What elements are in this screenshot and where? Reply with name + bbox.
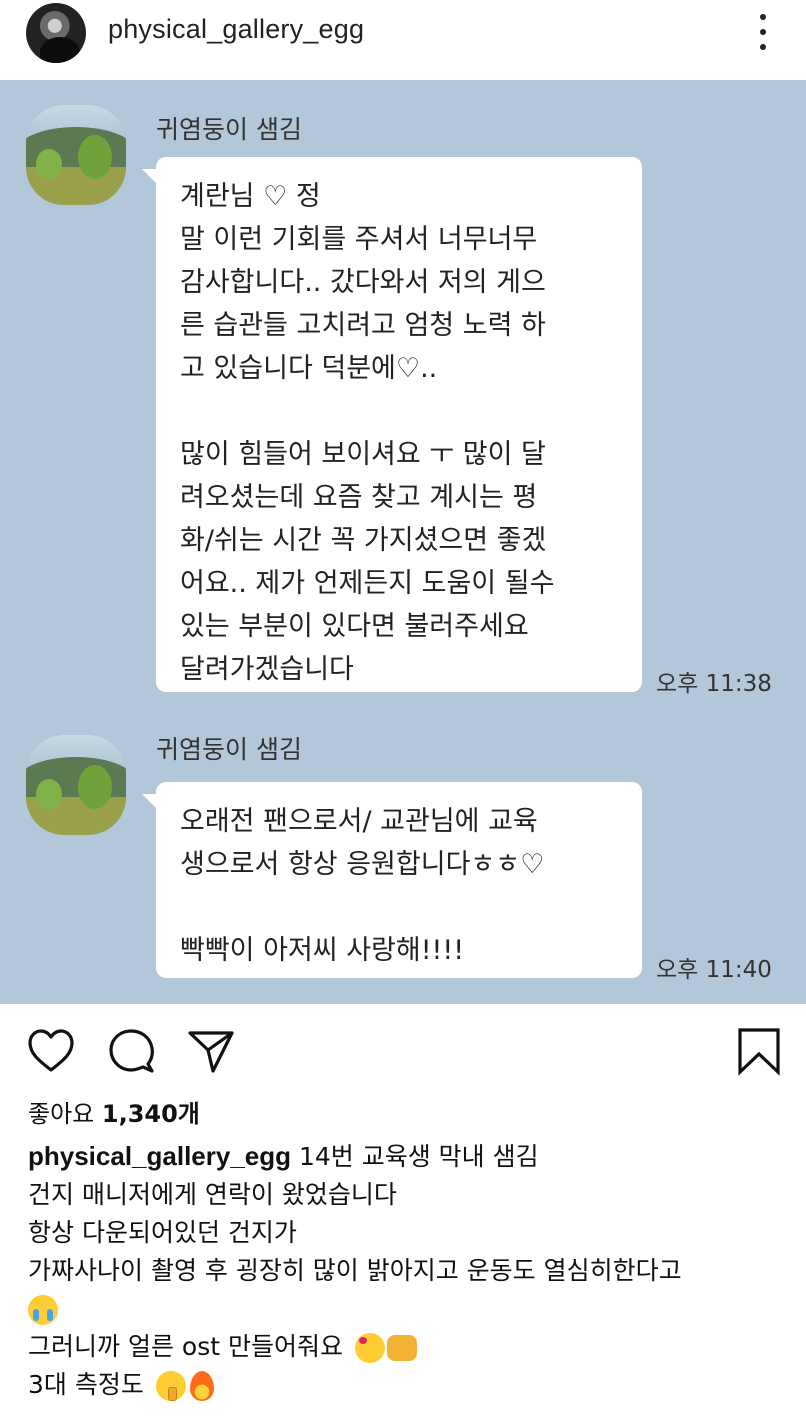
post-username[interactable]: physical_gallery_egg: [108, 14, 364, 45]
caption-line: 3대 측정도: [28, 1370, 152, 1399]
post-caption: physical_gallery_egg 14번 교육생 막내 샘김 건지 매니…: [28, 1137, 798, 1404]
caption-line: 가짜사나이 촬영 후 굉장히 많이 밝아지고 운동도 열심히한다고: [28, 1256, 682, 1285]
chat-profile-picture: [26, 735, 126, 835]
chat-sender-name: 귀염둥이 샘김: [156, 735, 302, 764]
comment-icon[interactable]: [106, 1026, 156, 1076]
caption-line: 항상 다운되어있던 건지가: [28, 1218, 297, 1247]
likes-label: 좋아요: [28, 1100, 95, 1128]
heart-icon[interactable]: [26, 1026, 76, 1076]
bookmark-icon[interactable]: [736, 1026, 782, 1076]
chat-profile-picture: [26, 105, 126, 205]
crying-face-icon: [28, 1295, 58, 1325]
caption-username[interactable]: physical_gallery_egg: [28, 1141, 291, 1171]
chat-message-time: 오후 11:38: [656, 671, 772, 697]
chat-message-bubble: 오래전 팬으로서/ 교관님에 교육 생으로서 항상 응원합니다ㅎㅎ♡ 빡빡이 아…: [142, 782, 642, 978]
post-image[interactable]: 귀염둥이 샘김 계란님 ♡ 정 말 이런 기회를 주셔서 너무너무 감사합니다.…: [0, 80, 806, 1004]
likes-count[interactable]: 좋아요 1,340개: [28, 1094, 200, 1129]
profile-avatar[interactable]: [26, 3, 86, 63]
fist-icon: [386, 1335, 417, 1361]
post-header: physical_gallery_egg: [0, 0, 806, 80]
caption-line: 그러니까 얼른 ost 만들어줘요: [28, 1332, 351, 1361]
share-icon[interactable]: [186, 1026, 236, 1076]
post-action-bar: [0, 1004, 806, 1104]
chat-message-time: 오후 11:40: [656, 957, 772, 983]
chat-message-bubble: 계란님 ♡ 정 말 이런 기회를 주셔서 너무너무 감사합니다.. 갔다와서 저…: [142, 157, 642, 692]
caption-line: 건지 매니저에게 연락이 왔었습니다: [28, 1180, 397, 1209]
smiling-face-with-hearts-icon: [354, 1333, 385, 1363]
fire-icon: [189, 1371, 214, 1401]
caption-line: 14번 교육생 막내 샘김: [291, 1142, 539, 1171]
more-options-icon[interactable]: [750, 12, 776, 52]
chat-sender-name: 귀염둥이 샘김: [156, 115, 302, 144]
shushing-face-icon: [155, 1371, 186, 1401]
likes-number: 1,340개: [101, 1100, 200, 1128]
